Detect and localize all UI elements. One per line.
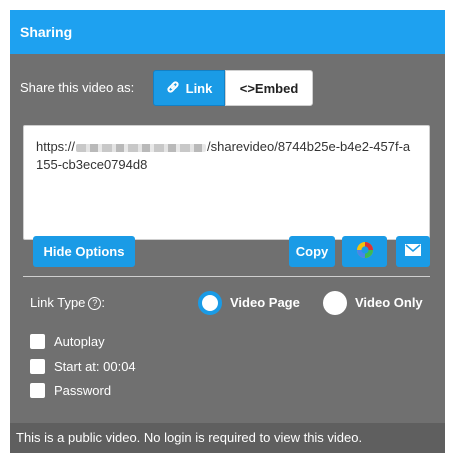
email-button[interactable] [396, 236, 430, 267]
share-type-toggle: Link <>Embed [153, 70, 313, 106]
start-at-checkbox[interactable] [30, 358, 45, 374]
help-icon[interactable]: ? [88, 297, 102, 311]
link-tab-label: Link [185, 80, 213, 96]
password-checkbox[interactable] [30, 382, 45, 398]
embed-tab-label: <>Embed [239, 80, 299, 96]
video-only-radio[interactable] [323, 291, 347, 315]
link-type-label: Link Type?: [30, 290, 105, 316]
video-page-radio[interactable] [198, 291, 222, 315]
start-at-label: Start at: 00:04 [54, 358, 136, 374]
share-as-label: Share this video as: [20, 80, 135, 95]
options-divider [23, 276, 430, 277]
link-type-text: Link Type [30, 295, 86, 310]
color-wheel-icon [356, 241, 374, 262]
copy-button[interactable]: Copy [289, 236, 335, 267]
public-video-notice: This is a public video. No login is requ… [10, 423, 445, 453]
link-type-row: Link Type?: Video Page Video Only [10, 290, 445, 316]
start-at-option[interactable]: Start at: 00:04 [30, 356, 136, 376]
password-label: Password [54, 382, 112, 398]
share-url-field[interactable]: https:///sharevideo/8744b25e-b4e2-457f-a… [23, 125, 430, 240]
video-page-label: Video Page [230, 295, 300, 310]
autoplay-option[interactable]: Autoplay [30, 331, 105, 351]
hide-options-button[interactable]: Hide Options [33, 236, 135, 267]
sharing-panel: Sharing Share this video as: Link <>Embe… [10, 10, 445, 453]
panel-title: Sharing [10, 10, 445, 54]
video-only-label: Video Only [355, 295, 423, 310]
autoplay-checkbox[interactable] [30, 333, 45, 349]
share-as-row: Share this video as: Link <>Embed [10, 70, 445, 106]
color-button[interactable] [342, 236, 387, 267]
envelope-icon [405, 244, 421, 259]
autoplay-label: Autoplay [54, 333, 105, 349]
link-type-colon: : [101, 295, 106, 310]
redacted-host [76, 143, 207, 152]
link-tab[interactable]: Link [153, 70, 225, 106]
url-prefix: https:// [36, 139, 76, 154]
password-option[interactable]: Password [30, 380, 111, 400]
link-icon [166, 80, 180, 97]
embed-tab[interactable]: <>Embed [225, 70, 313, 106]
